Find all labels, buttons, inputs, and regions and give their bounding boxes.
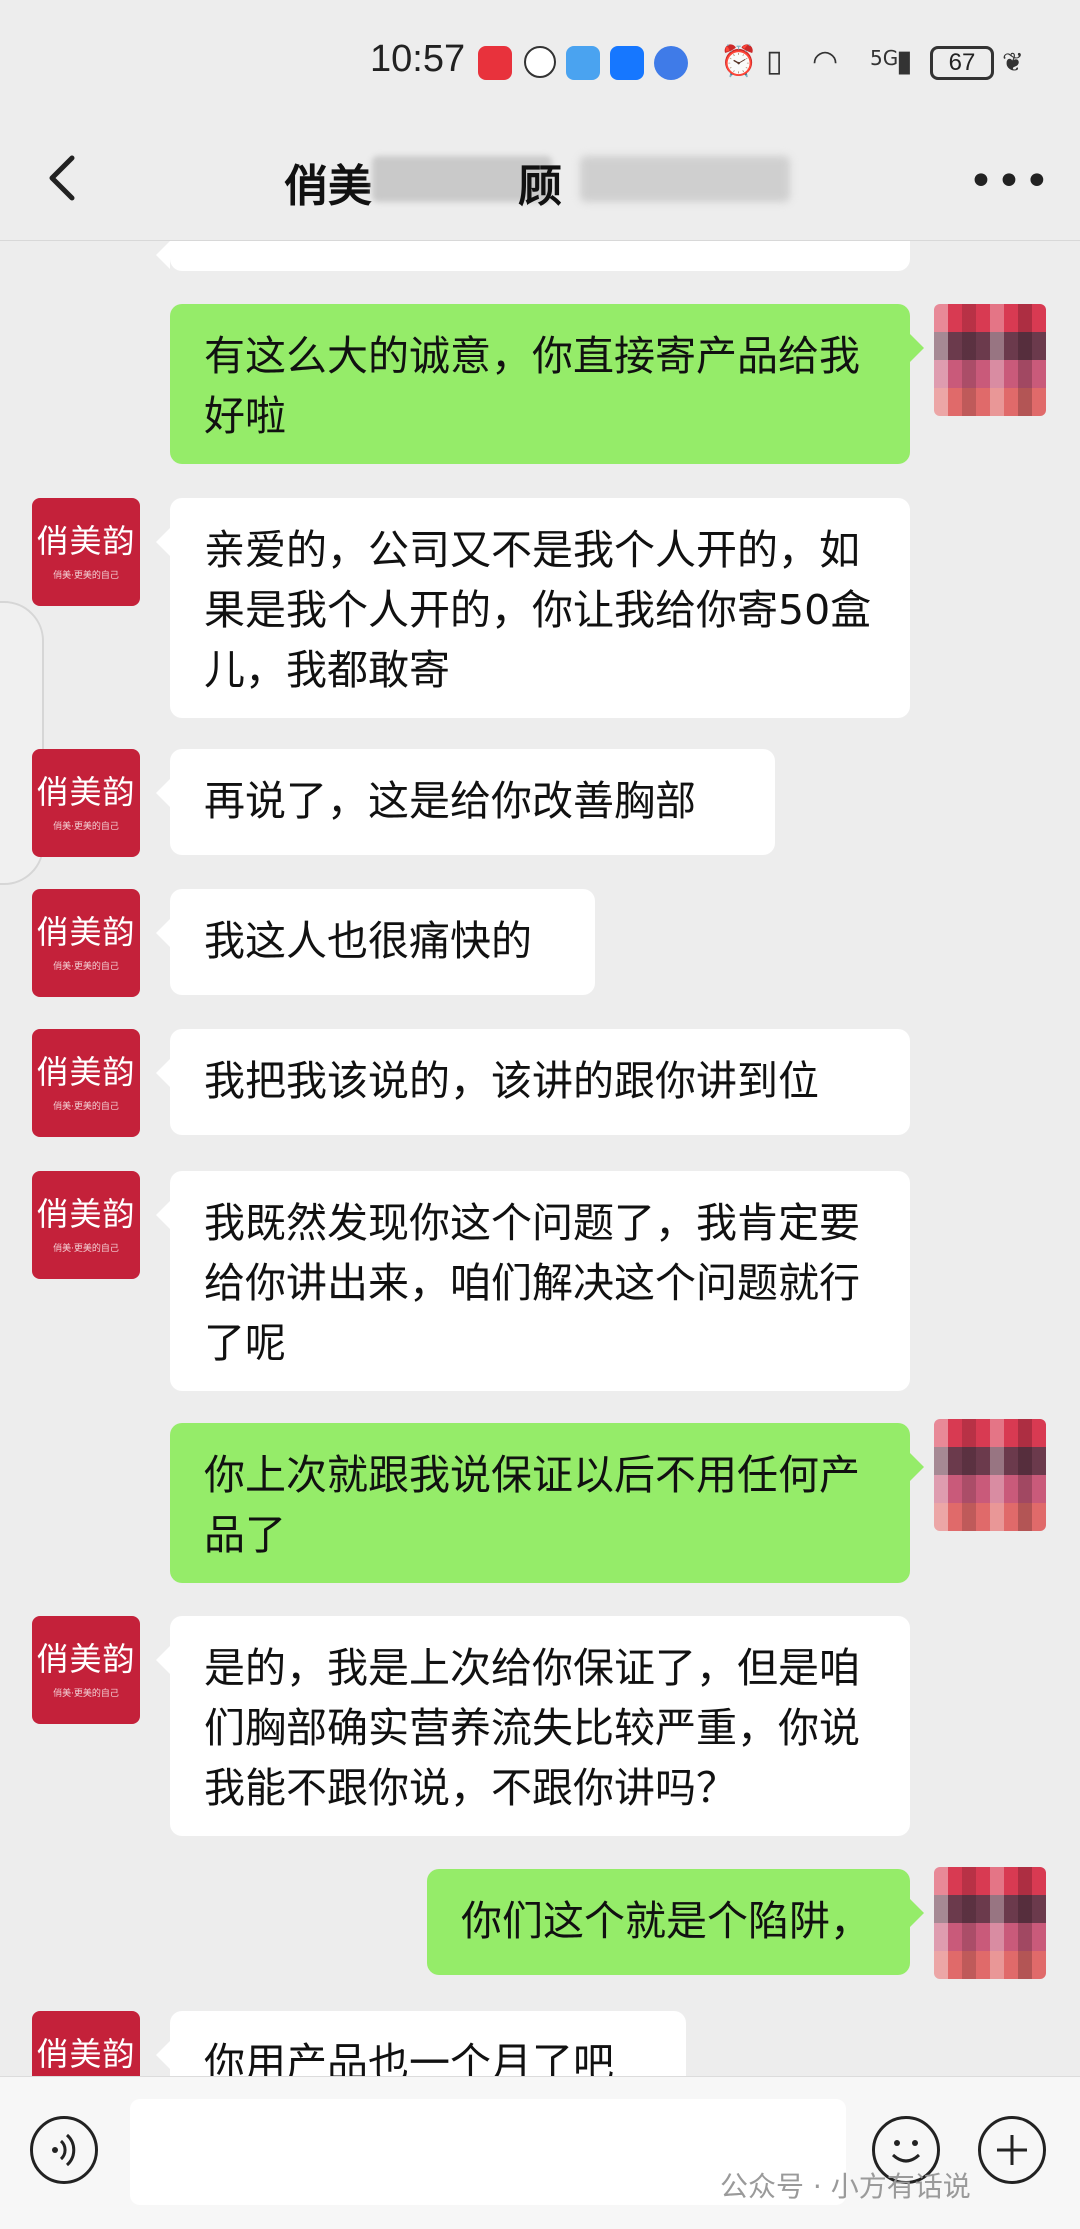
contact-avatar[interactable]: 俏美韵 俏美·更美的自己 (32, 2011, 140, 2076)
contact-avatar[interactable]: 俏美韵 俏美·更美的自己 (32, 1616, 140, 1724)
avatar-tagline: 俏美·更美的自己 (53, 962, 119, 972)
sf-express-icon (524, 46, 556, 78)
voice-input-button[interactable] (30, 2116, 98, 2184)
avatar-tagline: 俏美·更美的自己 (53, 571, 119, 581)
avatar-tagline: 俏美·更美的自己 (53, 1244, 119, 1254)
battery-icon: 67 (930, 46, 994, 80)
message-bubble-in: 我既然发现你这个问题了，我肯定要给你讲出来，咱们解决这个问题就行了呢 (156, 1171, 910, 1391)
avatar-logo-text: 俏美韵 (36, 1640, 136, 1678)
message-bubble-in: 再说了，这是给你改善胸部 (156, 749, 775, 855)
avatar-logo-text: 俏美韵 (36, 1053, 136, 1091)
network-label: 5G (870, 46, 899, 70)
message-text: 亲爱的，公司又不是我个人开的，如果是我个人开的，你让我给你寄50盒儿，我都敢寄 (204, 526, 872, 694)
chat-header: 俏美 顾 ••• (0, 120, 1080, 241)
avatar-tagline: 俏美·更美的自己 (53, 822, 119, 832)
my-avatar[interactable] (934, 1419, 1046, 1531)
leaf-icon: ❦ (1002, 48, 1024, 78)
message-text: 你们这个就是个陷阱， (461, 1897, 871, 1945)
avatar-logo-text: 俏美韵 (36, 522, 136, 560)
message-bubble-out: 你上次就跟我说保证以后不用任何产品了 (170, 1423, 924, 1583)
avatar-logo-text: 俏美韵 (36, 913, 136, 951)
more-functions-button[interactable] (978, 2116, 1046, 2184)
signal-icon: ▮ (896, 44, 913, 79)
avatar-logo-text: 俏美韵 (36, 1195, 136, 1233)
contact-avatar[interactable]: 俏美韵 俏美·更美的自己 (32, 498, 140, 606)
avatar-tagline: 俏美·更美的自己 (53, 1689, 119, 1699)
wifi-icon: ◠ (812, 44, 839, 79)
avatar-logo-text: 俏美韵 (36, 773, 136, 811)
input-bar: 公众号 · 小方有话说 (0, 2076, 1080, 2229)
avatar-logo-text: 俏美韵 (36, 2035, 136, 2073)
message-text: 你用产品也一个月了吧 (204, 2039, 614, 2076)
browser-app-icon (654, 46, 688, 80)
alipay-icon (610, 46, 644, 80)
watermark: 公众号 · 小方有话说 (720, 2170, 971, 2203)
contact-avatar[interactable]: 俏美韵 俏美·更美的自己 (32, 749, 140, 857)
message-text: 我既然发现你这个问题了，我肯定要给你讲出来，咱们解决这个问题就行了呢 (204, 1199, 860, 1367)
chat-title-suffix: 顾 (518, 161, 562, 212)
message-bubble-out: 你们这个就是个陷阱， (427, 1869, 924, 1975)
message-text: 我把我该说的，该讲的跟你讲到位 (204, 1057, 819, 1105)
back-icon[interactable] (36, 150, 92, 206)
avatar-tagline: 俏美·更美的自己 (53, 1102, 119, 1112)
contact-avatar[interactable]: 俏美韵 俏美·更美的自己 (32, 1029, 140, 1137)
my-avatar[interactable] (934, 1867, 1046, 1979)
message-bubble-out: 有这么大的诚意，你直接寄产品给我好啦 (170, 304, 924, 464)
more-options-icon[interactable]: ••• (968, 156, 1052, 207)
message-text: 是的，我是上次给你保证了，但是咱们胸部确实营养流失比较严重，你说我能不跟你说，不… (204, 1644, 860, 1812)
message-bubble-in: 我这人也很痛快的 (156, 889, 595, 995)
message-bubble-in: 亲爱的，公司又不是我个人开的，如果是我个人开的，你让我给你寄50盒儿，我都敢寄 (156, 498, 910, 718)
plus-icon (997, 2135, 1027, 2165)
message-bubble-in: 是的，我是上次给你保证了，但是咱们胸部确实营养流失比较严重，你说我能不跟你说，不… (156, 1616, 910, 1836)
my-avatar[interactable] (934, 304, 1046, 416)
message-text: 你上次就跟我说保证以后不用任何产品了 (204, 1451, 860, 1559)
message-bubble-in: 你用产品也一个月了吧 (156, 2011, 686, 2076)
message-text: 有这么大的诚意，你直接寄产品给我好啦 (204, 332, 860, 440)
contact-avatar[interactable]: 俏美韵 俏美·更美的自己 (32, 889, 140, 997)
message-bubble-in: 我把我该说的，该讲的跟你讲到位 (156, 1029, 910, 1135)
alarm-icon: ⏰ (720, 44, 758, 79)
status-time: 10:57 (370, 38, 466, 80)
shopping-app-icon (478, 46, 512, 80)
message-text: 我这人也很痛快的 (204, 917, 532, 965)
chat-messages: 有这么大的诚意，你直接寄产品给我好啦 俏美韵 俏美·更美的自己 亲爱的，公司又不… (0, 241, 1080, 2076)
voice-icon (52, 2133, 76, 2167)
message-text: 再说了，这是给你改善胸部 (204, 777, 696, 825)
chat-title: 俏美 (284, 161, 372, 212)
partial-message-bubble (156, 241, 910, 271)
blurred-id (580, 156, 790, 202)
vibrate-icon: ▯ (766, 44, 783, 79)
status-bar: 10:57 ⏰ ▯ ◠ 5G ▮ 67 ❦ (0, 0, 1080, 120)
contact-avatar[interactable]: 俏美韵 俏美·更美的自己 (32, 1171, 140, 1279)
chat-app-icon (566, 46, 600, 80)
